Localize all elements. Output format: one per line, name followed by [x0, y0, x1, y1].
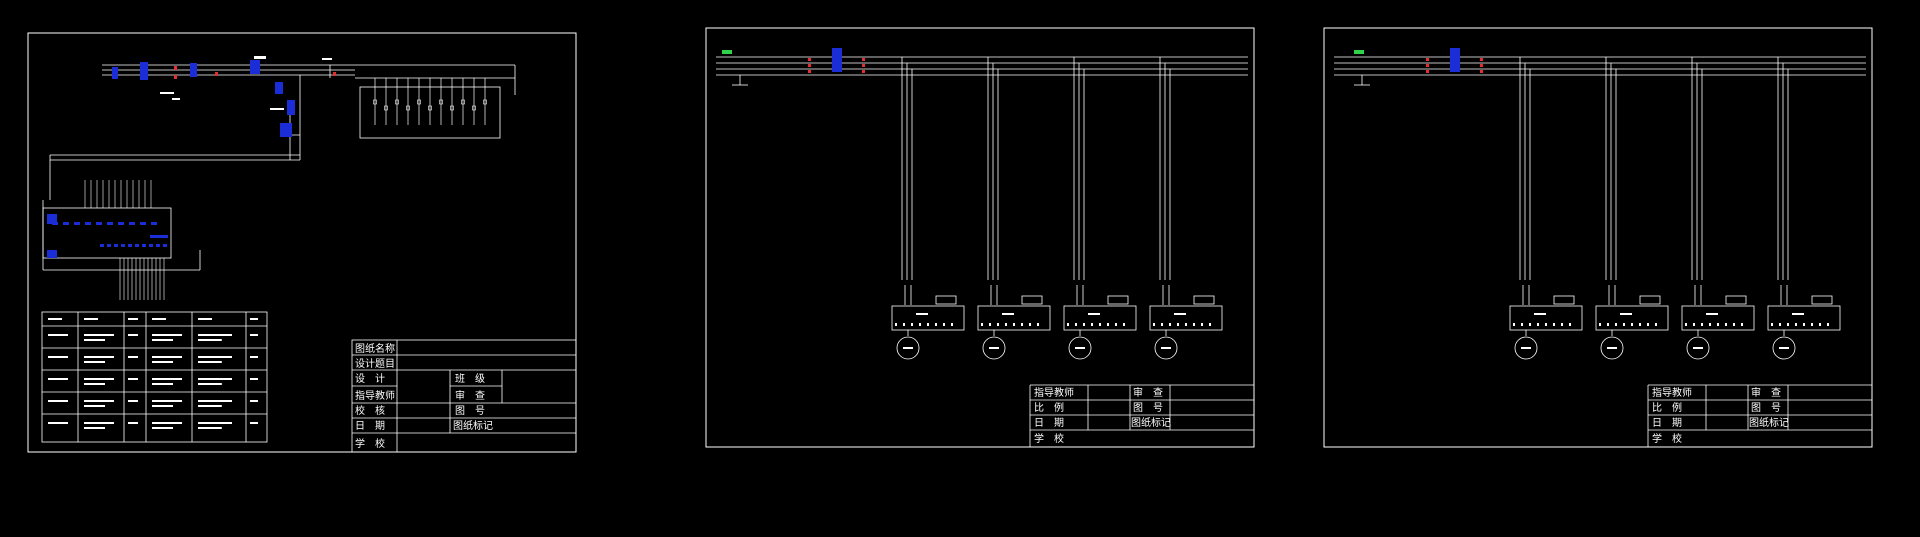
drawing-sheet-3[interactable]: 指导教师 审 查 比 例 图 号 日 期 图纸标记 学 校 [1323, 27, 1873, 448]
date-label: 日 期 [355, 420, 385, 432]
sheet-2-busbars [716, 56, 1248, 86]
instructor-label: 指导教师 [1652, 386, 1692, 399]
sheet-1-branch-drops [373, 78, 487, 125]
sheet-3-busbars [1334, 56, 1866, 86]
sheet-1-parts-table-entries [48, 318, 258, 429]
sheet-1-labels [160, 56, 332, 110]
sheet-1-border [27, 32, 577, 453]
indicator-lamp-icon [722, 50, 732, 54]
indicator-lamp-icon [1354, 50, 1364, 54]
school-label: 学 校 [355, 437, 385, 450]
main-breaker-icon [832, 48, 842, 72]
instructor-label: 指导教师 [355, 389, 395, 402]
date-label: 日 期 [1652, 417, 1682, 429]
contactor-icon [190, 63, 197, 77]
sheet-3-border [1323, 27, 1873, 448]
scale-label: 比 例 [1034, 401, 1064, 414]
school-label: 学 校 [1034, 432, 1064, 445]
main-breaker-icon [1450, 48, 1460, 72]
sheet-1-plc-wiring [52, 180, 167, 300]
check-label: 校 核 [355, 404, 385, 417]
sheet-2-motor-branches [891, 57, 1223, 360]
drawing-no-label: 图 号 [455, 405, 485, 417]
main-breaker-icon [140, 62, 148, 80]
sheet-1-title-block-text: 图纸名称 设计题目 设 计 指导教师 校 核 日 期 学 校 班 级 审 查 图… [355, 342, 493, 450]
drawing-sheet-1[interactable]: 图纸名称 设计题目 设 计 指导教师 校 核 日 期 学 校 班 级 审 查 图… [27, 32, 577, 453]
sheet-3-title-block-text: 指导教师 审 查 比 例 图 号 日 期 图纸标记 学 校 [1652, 386, 1789, 445]
scale-label: 比 例 [1652, 401, 1682, 414]
design-label: 设 计 [355, 372, 385, 385]
sheet-1-breaker-symbols [112, 60, 295, 137]
relay-icon [287, 100, 295, 115]
design-topic-label: 设计题目 [355, 357, 395, 370]
sheet-1-main-circuit [42, 64, 516, 271]
review-label: 审 查 [1133, 386, 1163, 399]
review-label: 审 查 [455, 389, 485, 402]
school-label: 学 校 [1652, 432, 1682, 445]
review-label: 审 查 [1751, 386, 1781, 399]
terminal-icon [112, 67, 118, 79]
drawing-no-label: 图 号 [1133, 402, 1163, 414]
drawing-mark-label: 图纸标记 [453, 419, 493, 432]
class-label: 班 级 [455, 373, 485, 385]
sheet-1-plc-module [42, 207, 172, 259]
plc-io-icon [47, 250, 57, 258]
drawing-sheet-2[interactable]: 指导教师 审 查 比 例 图 号 日 期 图纸标记 学 校 [705, 27, 1255, 448]
date-label: 日 期 [1034, 417, 1064, 429]
transformer-icon [250, 60, 260, 74]
plc-output-icon [280, 123, 292, 137]
drawing-name-label: 图纸名称 [355, 342, 395, 355]
cad-model-space[interactable]: 图纸名称 设计题目 设 计 指导教师 校 核 日 期 学 校 班 级 审 查 图… [0, 0, 1920, 537]
sheet-3-motor-branches [1509, 57, 1841, 360]
relay-icon [275, 82, 283, 94]
drawing-mark-label: 图纸标记 [1749, 416, 1789, 429]
sheet-2-title-block-text: 指导教师 审 查 比 例 图 号 日 期 图纸标记 学 校 [1034, 386, 1171, 445]
drawing-mark-label: 图纸标记 [1131, 416, 1171, 429]
instructor-label: 指导教师 [1034, 386, 1074, 399]
drawing-no-label: 图 号 [1751, 402, 1781, 414]
sheet-2-border [705, 27, 1255, 448]
